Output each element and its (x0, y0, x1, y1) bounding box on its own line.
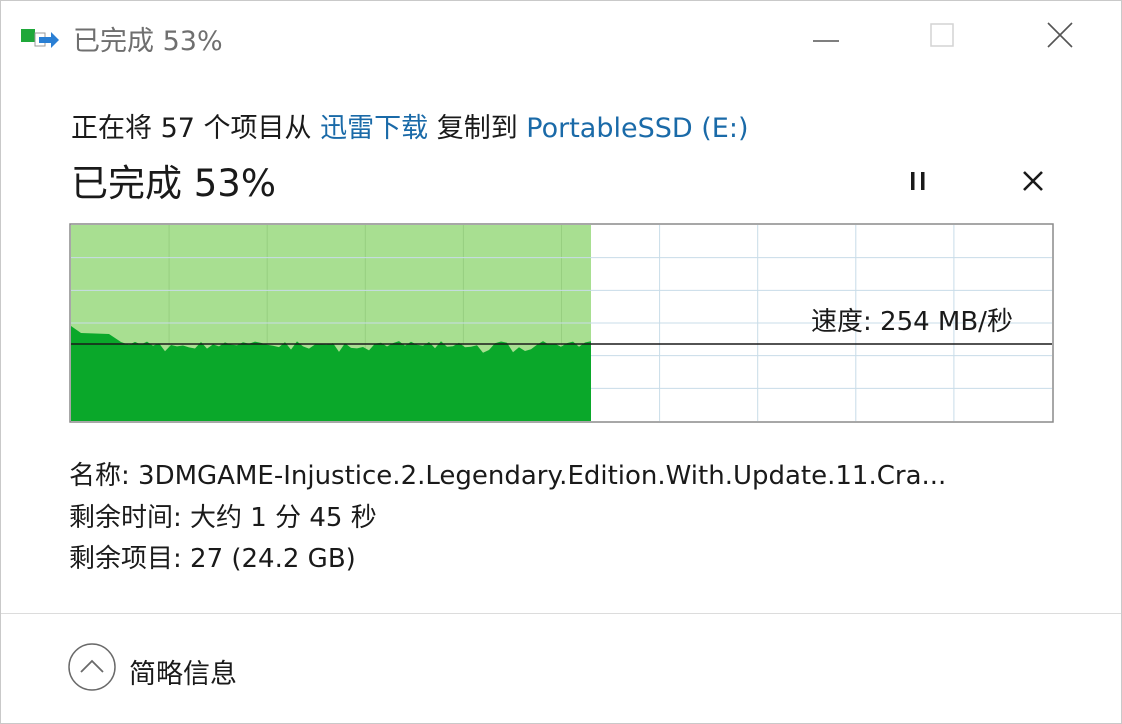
maximize-icon (930, 23, 954, 51)
close-icon (1047, 22, 1073, 52)
copy-middle: 复制到 (428, 113, 527, 144)
progress-status: 已完成 53% (71, 162, 276, 205)
collapse-details-button[interactable] (67, 642, 117, 692)
collapse-details-label[interactable]: 简略信息 (129, 652, 237, 691)
speed-readout: 速度: 254 MB/秒 (811, 307, 1013, 337)
pause-button[interactable] (896, 161, 940, 205)
window-title: 已完成 53% (73, 26, 223, 57)
cancel-button[interactable] (1011, 161, 1055, 205)
copy-description: 正在将 57 个项目从 迅雷下载 复制到 PortableSSD (E:) (71, 106, 748, 145)
dialog-footer: 简略信息 (1, 613, 1121, 723)
close-button[interactable] (1015, 1, 1105, 73)
current-file-name: 名称: 3DMGAME-Injustice.2.Legendary.Editio… (69, 461, 947, 491)
source-folder-link[interactable]: 迅雷下载 (320, 113, 428, 144)
file-copy-dialog: 已完成 53% 正在将 57 个项目从 迅雷下载 复制到 PortableSSD… (0, 0, 1122, 724)
maximize-button[interactable] (897, 1, 987, 73)
pause-icon (906, 169, 930, 197)
chevron-up-icon (67, 643, 117, 696)
items-remaining: 剩余项目: 27 (24.2 GB) (69, 544, 356, 574)
minimize-icon (813, 28, 839, 47)
time-remaining: 剩余时间: 大约 1 分 45 秒 (69, 503, 377, 533)
cancel-icon (1021, 169, 1045, 197)
minimize-button[interactable] (781, 1, 871, 73)
destination-drive-link[interactable]: PortableSSD (E:) (526, 113, 748, 144)
title-bar: 已完成 53% (1, 1, 1121, 73)
copy-prefix: 正在将 57 个项目从 (71, 113, 321, 144)
file-copy-icon (21, 25, 65, 53)
